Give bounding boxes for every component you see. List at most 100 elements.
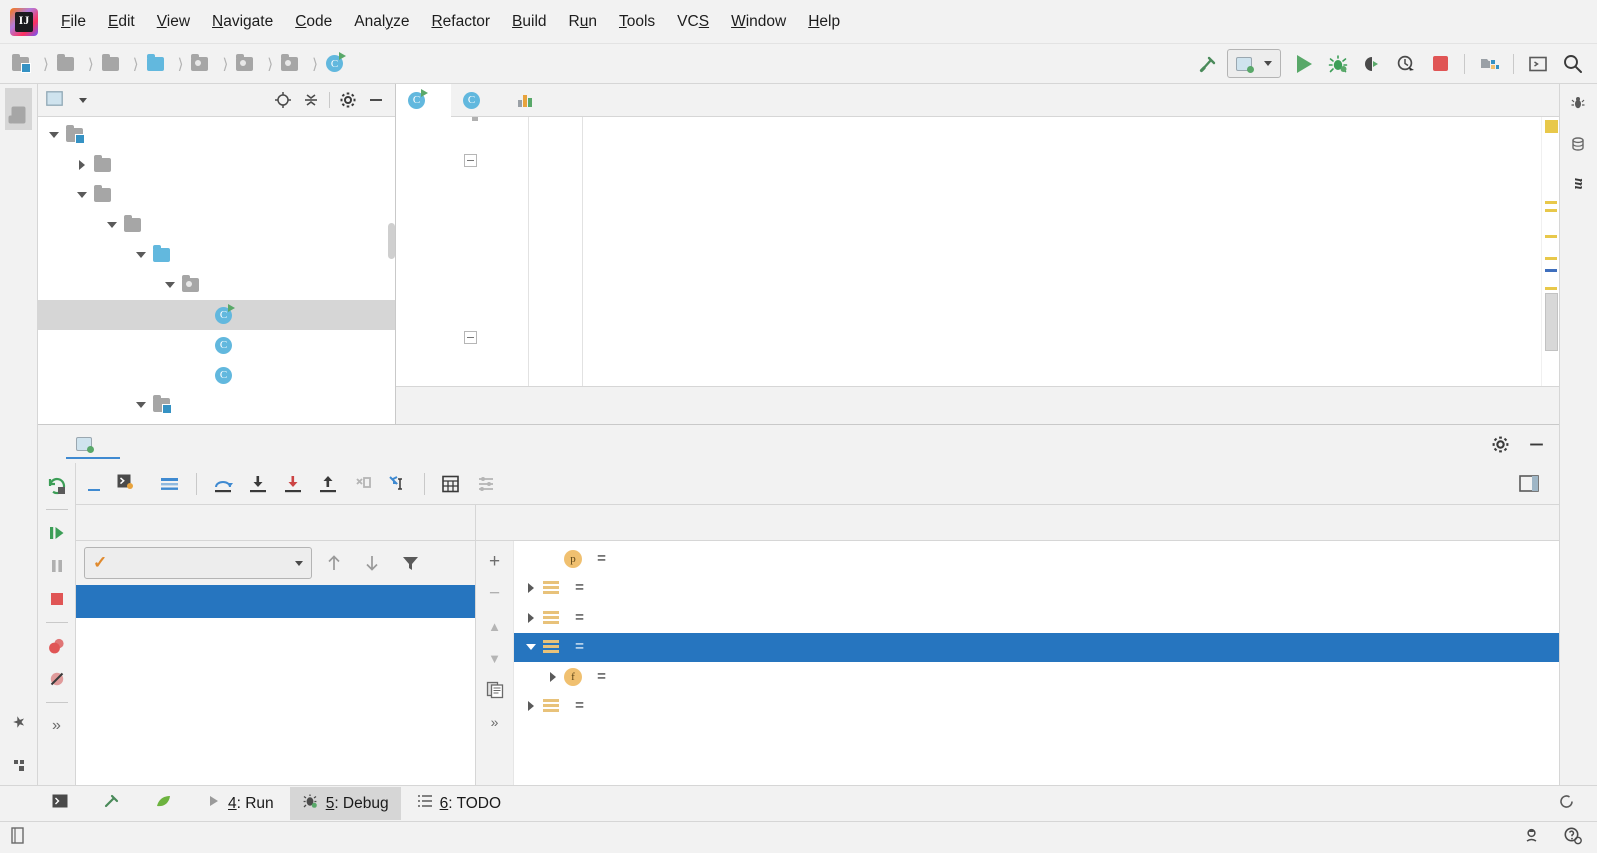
editor-breadcrumb[interactable] xyxy=(396,386,1559,424)
breadcrumb-item-src[interactable] xyxy=(55,55,82,73)
tree-row-src[interactable] xyxy=(38,180,395,210)
editor-marker-rail[interactable] xyxy=(1541,117,1559,386)
code-viewport[interactable] xyxy=(396,117,1559,386)
tree-twisty[interactable] xyxy=(162,277,178,293)
menu-bar[interactable]: File Edit View Navigate Code Analyze Ref… xyxy=(50,8,851,36)
filter-icon[interactable] xyxy=(394,548,426,578)
hide-icon[interactable] xyxy=(363,88,389,112)
help-gear-icon[interactable] xyxy=(1563,826,1583,849)
arrow-up-icon[interactable]: ▲ xyxy=(481,613,509,639)
evaluate-icon[interactable] xyxy=(435,469,467,499)
tree-row-weiranyiservice[interactable]: C xyxy=(38,360,395,390)
settings-gear-icon[interactable] xyxy=(1487,432,1513,456)
menu-item-vcs[interactable]: VCS xyxy=(666,8,720,36)
run-configuration-selector[interactable] xyxy=(1227,49,1281,78)
force-step-into-icon[interactable] xyxy=(277,469,309,499)
menu-item-code[interactable]: Code xyxy=(284,8,343,36)
variable-row-weiranyidao-nested[interactable]: f = xyxy=(514,662,1559,692)
collapse-all-icon[interactable] xyxy=(298,88,324,112)
hide-icon[interactable] xyxy=(1523,432,1549,456)
warning-marker[interactable] xyxy=(1545,287,1557,290)
menu-item-build[interactable]: Build xyxy=(501,8,557,36)
git-branch-icon[interactable] xyxy=(1522,827,1541,849)
event-log-button[interactable] xyxy=(1558,793,1597,814)
menu-item-help[interactable]: Help xyxy=(797,8,851,36)
minimize-button[interactable] xyxy=(1453,1,1501,43)
rerun-icon[interactable] xyxy=(42,471,72,501)
terminal-icon[interactable] xyxy=(1523,50,1553,78)
debug-attach-icon[interactable] xyxy=(1357,50,1387,78)
project-tree-scrollbar[interactable] xyxy=(388,223,395,259)
debug-button[interactable] xyxy=(1323,50,1353,78)
tree-row-resources[interactable] xyxy=(38,390,395,420)
tool-button-run[interactable]: 4: Run xyxy=(195,788,286,819)
variable-row-weiranyiservice[interactable]: = xyxy=(514,633,1559,663)
variable-row-weiranyidao[interactable]: = xyxy=(514,692,1559,722)
stop-button[interactable] xyxy=(1425,50,1455,78)
sidebar-item-ant[interactable] xyxy=(1566,88,1591,129)
drop-frame-icon[interactable] xyxy=(347,469,379,499)
view-breakpoints-icon[interactable] xyxy=(42,631,72,661)
layout-icon[interactable] xyxy=(154,469,186,499)
locate-icon[interactable] xyxy=(270,88,296,112)
tree-row-weiranyidao[interactable]: C xyxy=(38,330,395,360)
editor-gutter[interactable] xyxy=(396,117,472,386)
menu-item-refactor[interactable]: Refactor xyxy=(420,8,501,36)
menu-item-navigate[interactable]: Navigate xyxy=(201,8,284,36)
variable-row-args[interactable]: p = xyxy=(514,544,1559,574)
menu-item-tools[interactable]: Tools xyxy=(608,8,666,36)
search-icon[interactable] xyxy=(1557,50,1587,78)
frames-list[interactable] xyxy=(76,585,475,785)
variable-row-properties[interactable]: = xyxy=(514,574,1559,604)
menu-item-view[interactable]: View xyxy=(146,8,201,36)
breadcrumb-item-java[interactable] xyxy=(145,55,172,73)
tool-button-terminal[interactable] xyxy=(40,788,87,819)
tree-twisty[interactable] xyxy=(104,217,120,233)
run-to-cursor-icon[interactable] xyxy=(382,469,414,499)
warning-marker[interactable] xyxy=(1545,209,1557,212)
menu-item-edit[interactable]: Edit xyxy=(97,8,146,36)
settings-gear-icon[interactable] xyxy=(335,88,361,112)
editor-tab-myloc-java[interactable]: C xyxy=(396,84,451,116)
arrow-up-icon[interactable] xyxy=(318,548,350,578)
tree-twisty[interactable] xyxy=(74,157,90,173)
maximize-button[interactable] xyxy=(1501,1,1549,43)
tree-twisty[interactable] xyxy=(74,187,90,203)
editor-tab-weiranyidao-java[interactable]: C xyxy=(451,84,506,116)
project-tree[interactable]: C C C xyxy=(38,117,395,424)
menu-item-window[interactable]: Window xyxy=(720,8,797,36)
breadcrumb-item-main[interactable] xyxy=(100,55,127,73)
tree-row-myloc[interactable] xyxy=(38,120,395,150)
breadcrumb-item-myloc[interactable] xyxy=(10,55,37,73)
tree-row-package[interactable] xyxy=(38,270,395,300)
more-options-icon[interactable]: » xyxy=(42,711,72,741)
tree-twisty[interactable] xyxy=(46,127,62,143)
debug-session-tab[interactable] xyxy=(66,430,120,459)
tree-row-idea[interactable] xyxy=(38,150,395,180)
breadcrumb-item-class-myloc[interactable]: C xyxy=(324,53,351,74)
sidebar-item-structure[interactable] xyxy=(6,740,31,779)
sidebar-item-favorites[interactable]: ★ xyxy=(5,696,33,740)
warning-marker[interactable] xyxy=(1545,235,1557,238)
tree-twisty[interactable] xyxy=(133,247,149,263)
tree-twisty[interactable] xyxy=(520,644,542,650)
minus-icon[interactable]: − xyxy=(481,581,509,607)
variables-list[interactable]: p = xyxy=(514,541,1559,785)
editor-tab-ioc-properties[interactable] xyxy=(506,84,560,116)
tree-row-java[interactable] xyxy=(38,240,395,270)
sidebar-item-project[interactable] xyxy=(5,88,32,130)
tab-debugger[interactable] xyxy=(84,478,104,490)
tool-button-todo[interactable]: 6: TODO xyxy=(405,788,513,819)
profiler-icon[interactable] xyxy=(1391,50,1421,78)
settings-list-icon[interactable] xyxy=(470,469,502,499)
breadcrumb[interactable]: ⟩ ⟩ ⟩ ⟩ ⟩ xyxy=(10,53,351,74)
breadcrumb-item-io[interactable] xyxy=(189,55,216,73)
restore-layout-icon[interactable] xyxy=(1513,469,1545,499)
tree-twisty[interactable] xyxy=(520,583,542,593)
tree-twisty[interactable] xyxy=(133,397,149,413)
mute-breakpoints-icon[interactable] xyxy=(42,664,72,694)
tree-row-myloc-class[interactable]: C xyxy=(38,300,395,330)
tool-button-debug[interactable]: 5: Debug xyxy=(290,787,401,820)
inspection-status-marker[interactable] xyxy=(1545,120,1558,133)
breadcrumb-item-github[interactable] xyxy=(234,55,261,73)
